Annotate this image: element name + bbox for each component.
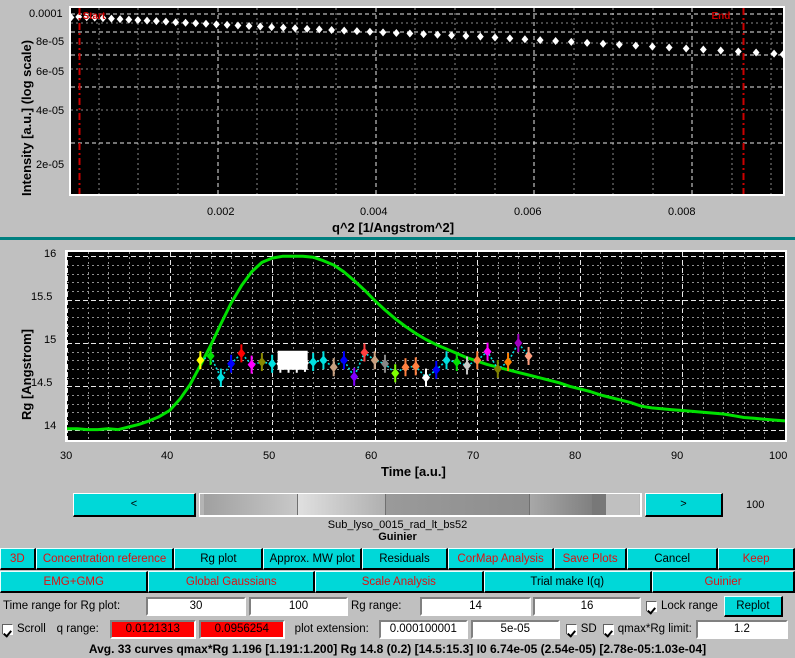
guinier-plot-panel: Intensity [a.u.] (log scale) 0.0001 8e-0…: [0, 0, 795, 237]
rg-x-tick: 40: [161, 450, 174, 462]
button-cormap-analysis[interactable]: CorMap Analysis: [448, 548, 555, 570]
rg-y-tick: 15: [44, 334, 57, 346]
dataset-caption: Sub_lyso_0015_rad_lt_bs52: [327, 519, 468, 531]
scroll-segment: [298, 494, 385, 515]
qmaxrg-limit-input[interactable]: 1.2: [695, 619, 788, 639]
button-global-gaussians[interactable]: Global Gaussians: [148, 571, 316, 593]
scroll-segment: [606, 494, 639, 515]
plot-extension-input[interactable]: 0.000100001: [378, 619, 468, 639]
rg-plot-panel: Rg [Angstrom] 16 15.5 15 14.5 14 30 40 5…: [0, 240, 795, 490]
guinier-analysis-window: Intensity [a.u.] (log scale) 0.0001 8e-0…: [0, 0, 795, 658]
rg-x-tick: 90: [671, 450, 684, 462]
guinier-x-tick: 0.006: [514, 206, 542, 218]
sd-label: SD: [580, 623, 597, 635]
frame-scroll-row: < > 100: [0, 493, 795, 519]
rg-plot-area[interactable]: [67, 252, 785, 440]
rg-x-tick: 70: [467, 450, 480, 462]
rg-x-tick: 100: [769, 450, 788, 462]
lock-range-checkbox[interactable]: [646, 600, 657, 612]
button-trial-make-i-q[interactable]: Trial make I(q): [483, 571, 652, 593]
button-guinier[interactable]: Guinier: [652, 571, 795, 593]
guinier-x-tick: 0.004: [360, 206, 388, 218]
qmaxrg-limit-label: qmax*Rg limit:: [617, 623, 692, 635]
rg-plot-frame[interactable]: [65, 250, 787, 442]
scrollbar-thumb[interactable]: [200, 494, 640, 515]
rg-y-axis-label: Rg [Angstrom]: [19, 329, 34, 420]
button-keep[interactable]: Keep: [718, 548, 795, 570]
rg-y-tick: 16: [44, 248, 57, 260]
mode-caption: Guinier: [378, 531, 417, 543]
svg-text:Start: Start: [83, 11, 106, 22]
q-range-label: q range:: [56, 623, 99, 635]
guinier-x-tick: 0.002: [207, 206, 235, 218]
scroll-toggle-control[interactable]: Scroll: [0, 623, 46, 635]
status-bar: Avg. 33 curves qmax*Rg 1.196 [1.191:1.20…: [0, 640, 795, 658]
q-range-form-row: Scroll q range: 0.0121313 0.0956254 plot…: [0, 618, 795, 640]
button-concentration-reference[interactable]: Concentration reference: [35, 548, 175, 570]
range-form-row: Time range for Rg plot: 30 100 Rg range:…: [0, 595, 795, 617]
toolbar-row-secondary: EMG+GMG Global Gaussians Scale Analysis Tri…: [0, 571, 795, 593]
time-range-max-input[interactable]: 100: [249, 596, 348, 616]
scroll-label: Scroll: [17, 623, 46, 635]
guinier-y-tick: 4e-05: [36, 105, 65, 117]
button-emg-gmg[interactable]: EMG+GMG: [0, 571, 149, 593]
rg-y-tick: 15.5: [31, 291, 53, 303]
lock-range-label: Lock range: [661, 600, 718, 612]
guinier-x-tick: 0.008: [668, 206, 696, 218]
scroll-segment: [204, 494, 297, 515]
rg-x-axis-label: Time [a.u.]: [381, 464, 446, 479]
rg-x-tick: 30: [60, 450, 73, 462]
rg-x-tick: 50: [263, 450, 276, 462]
time-range-min-input[interactable]: 30: [146, 596, 246, 616]
frame-scrollbar[interactable]: [199, 493, 642, 517]
plot-extension-label: plot extension:: [294, 623, 369, 635]
rg-range-max-input[interactable]: 16: [533, 596, 641, 616]
qmaxrg-limit-control[interactable]: qmax*Rg limit:: [602, 623, 692, 635]
guinier-x-axis-label: q^2 [1/Angstrom^2]: [332, 220, 455, 235]
rg-range-min-input[interactable]: 14: [420, 596, 531, 616]
button-rg-plot[interactable]: Rg plot: [174, 548, 264, 570]
qmaxrg-limit-checkbox[interactable]: [602, 623, 614, 635]
button-cancel[interactable]: Cancel: [627, 548, 719, 570]
toolbar-row-primary: 3D Concentration reference Rg plot Approx. …: [0, 548, 795, 570]
guinier-y-tick: 0.0001: [29, 8, 63, 20]
q-range-max-input[interactable]: 0.0956254: [198, 619, 285, 639]
lock-range-control[interactable]: Lock range: [646, 600, 718, 612]
button-approx-mw-plot[interactable]: Approx. MW plot: [263, 548, 362, 570]
button-scale-analysis[interactable]: Scale Analysis: [315, 571, 484, 593]
scroll-next-button[interactable]: >: [645, 493, 723, 517]
guinier-y-tick: 8e-05: [36, 36, 65, 48]
plot-extension-step-input[interactable]: 5e-05: [470, 619, 560, 639]
rg-x-tick: 80: [569, 450, 582, 462]
scroll-segment: [592, 494, 606, 515]
rg-y-tick: 14: [44, 420, 57, 432]
scroll-segment: [530, 494, 592, 515]
guinier-y-tick: 2e-05: [36, 159, 65, 171]
svg-text:End: End: [712, 11, 731, 22]
button-save-plots[interactable]: Save Plots: [554, 548, 628, 570]
replot-button[interactable]: Replot: [723, 595, 783, 617]
rg-y-tick: 14.5: [31, 377, 53, 389]
time-range-label: Time range for Rg plot:: [3, 600, 121, 612]
guinier-plot-area[interactable]: Start End: [71, 8, 783, 194]
rg-x-tick: 60: [365, 450, 378, 462]
sd-checkbox[interactable]: [565, 623, 577, 635]
rg-range-label: Rg range:: [351, 600, 402, 612]
button-3d[interactable]: 3D: [0, 548, 36, 570]
scroll-checkbox[interactable]: [2, 623, 13, 635]
sd-control[interactable]: SD: [565, 623, 597, 635]
scroll-prev-button[interactable]: <: [73, 493, 196, 517]
button-residuals[interactable]: Residuals: [361, 548, 449, 570]
scroll-segment: [386, 494, 529, 515]
guinier-plot-frame[interactable]: Start End: [69, 6, 785, 196]
guinier-y-axis-label: Intensity [a.u.] (log scale): [19, 39, 34, 196]
guinier-y-tick: 6e-05: [36, 66, 65, 78]
q-range-min-input[interactable]: 0.0121313: [109, 619, 196, 639]
scroll-value: 100: [746, 499, 765, 511]
